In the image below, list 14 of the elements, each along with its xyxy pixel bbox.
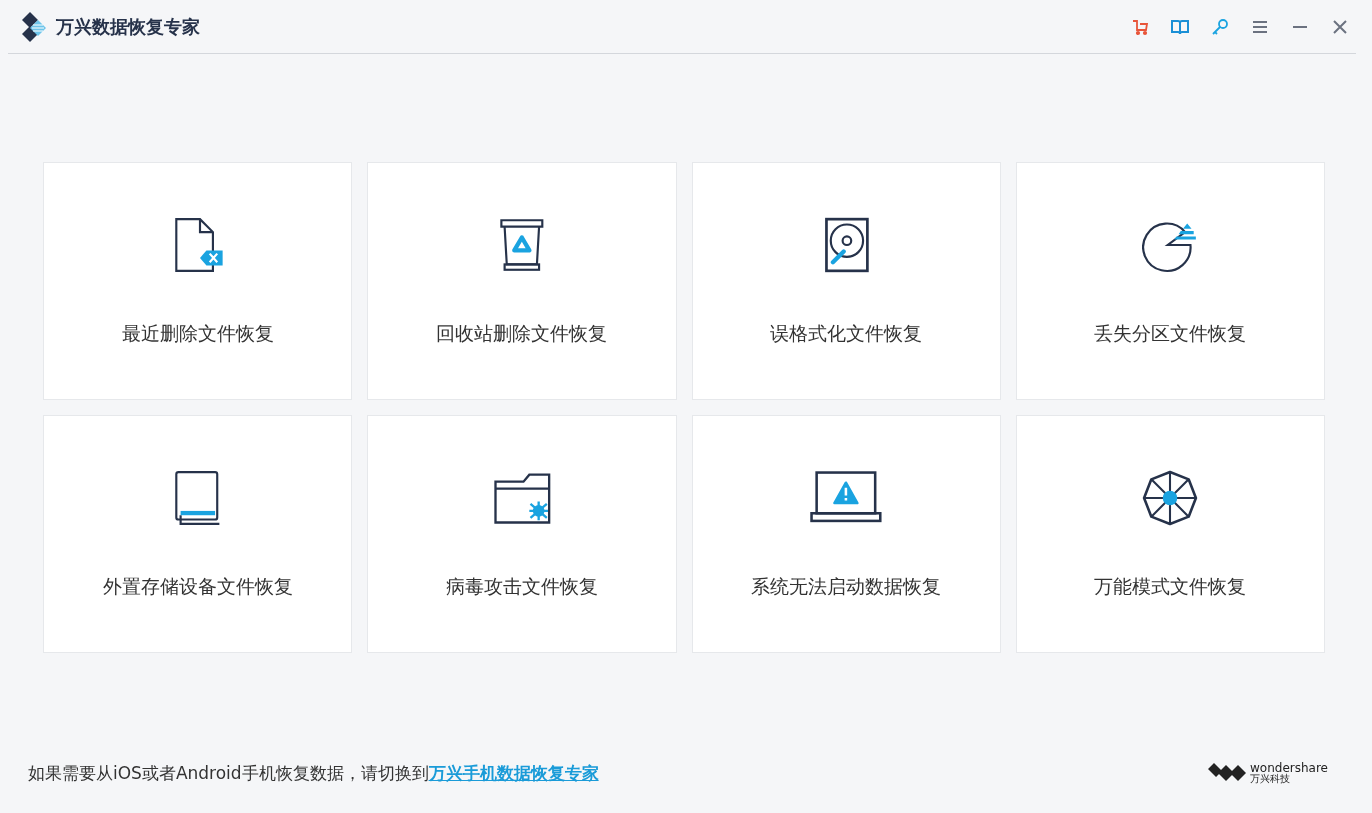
recovery-mode-card[interactable]: 病毒攻击文件恢复 — [367, 415, 677, 653]
window-title: 万兴数据恢复专家 — [56, 14, 200, 39]
recovery-mode-card[interactable]: 回收站删除文件恢复 — [367, 162, 677, 400]
recovery-mode-card[interactable]: 系统无法启动数据恢复 — [691, 415, 1001, 653]
brand-logo-icon — [1208, 763, 1247, 783]
brand-subtitle: 万兴科技 — [1250, 774, 1291, 784]
octagon-hub-icon — [1142, 470, 1199, 526]
footer-note: 如果需要从iOS或者Android手机恢复数据，请切换到 — [28, 762, 429, 783]
recovery-mode-card[interactable]: 误格式化文件恢复 — [691, 162, 1001, 400]
brand-name: wondershare — [1250, 762, 1328, 774]
recovery-mode-card[interactable]: 丢失分区文件恢复 — [1015, 162, 1325, 400]
recovery-mode-card[interactable]: 最近删除文件恢复 — [43, 162, 353, 400]
recovery-mode-card[interactable]: 万能模式文件恢复 — [1015, 415, 1325, 653]
recovery-mode-card[interactable]: 外置存储设备文件恢复 — [43, 415, 353, 653]
